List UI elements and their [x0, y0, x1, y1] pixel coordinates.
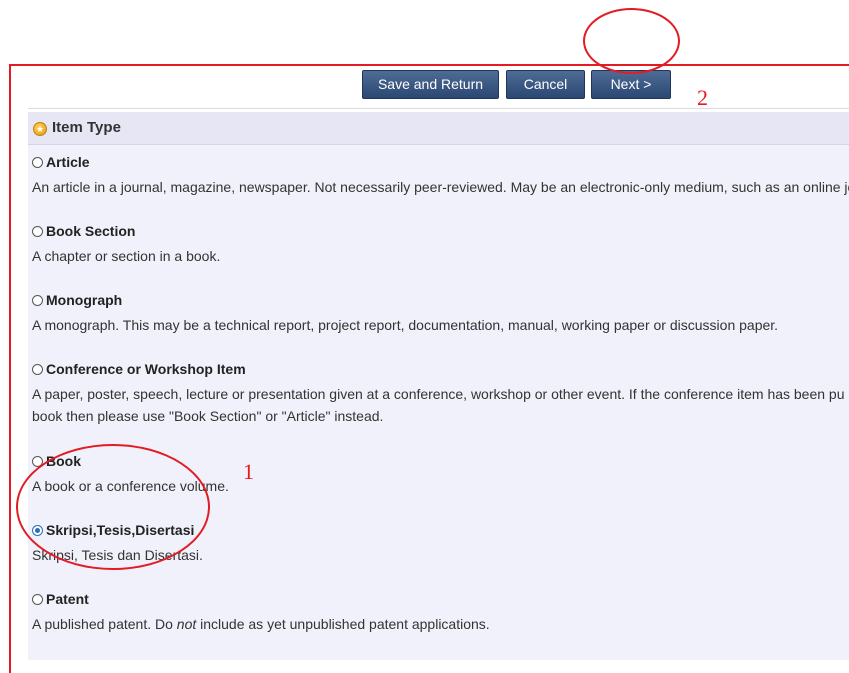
option-label: Article	[46, 154, 90, 170]
annotation-circle-next	[583, 8, 680, 74]
annotation-number-2: 2	[697, 85, 708, 110]
radio-button[interactable]	[32, 364, 43, 375]
radio-button[interactable]	[32, 226, 43, 237]
cancel-button[interactable]: Cancel	[506, 70, 585, 99]
form-toolbar: Save and Return Cancel Next >	[28, 68, 849, 109]
description-text: include as yet unpublished patent applic…	[196, 616, 490, 632]
annotation-frame-top	[9, 64, 849, 66]
star-icon: ★	[33, 122, 47, 136]
radio-button[interactable]	[32, 157, 43, 168]
item-type-header: ★ Item Type	[28, 112, 849, 145]
radio-button[interactable]	[32, 594, 43, 605]
option-description-line2: book then please use "Book Section" or "…	[32, 408, 384, 424]
annotation-number-1: 1	[243, 459, 254, 484]
option-label: Book Section	[46, 223, 136, 239]
radio-option-monograph[interactable]: Monograph	[32, 292, 122, 310]
option-description: A paper, poster, speech, lecture or pres…	[32, 386, 845, 402]
save-and-return-button[interactable]: Save and Return	[362, 70, 499, 99]
next-button[interactable]: Next >	[591, 70, 671, 99]
annotation-frame-left	[9, 64, 11, 673]
radio-option-conference[interactable]: Conference or Workshop Item	[32, 361, 246, 379]
option-description: A chapter or section in a book.	[32, 248, 221, 264]
option-label: Monograph	[46, 292, 123, 308]
radio-option-patent[interactable]: Patent	[32, 591, 89, 609]
option-description: A published patent. Do not include as ye…	[32, 616, 490, 632]
panel-title: Item Type	[52, 119, 121, 136]
option-label: Conference or Workshop Item	[46, 361, 246, 377]
radio-option-book-section[interactable]: Book Section	[32, 223, 135, 241]
option-description: A monograph. This may be a technical rep…	[32, 317, 779, 333]
option-label: Patent	[46, 591, 89, 607]
item-type-panel: ★ Item Type Article An article in a jour…	[28, 112, 849, 660]
radio-option-article[interactable]: Article	[32, 154, 90, 172]
annotation-circle-skripsi	[16, 444, 210, 570]
radio-button[interactable]	[32, 295, 43, 306]
option-description: An article in a journal, magazine, newsp…	[32, 179, 849, 195]
description-emphasis: not	[176, 616, 197, 632]
description-text: A published patent. Do	[32, 616, 177, 632]
